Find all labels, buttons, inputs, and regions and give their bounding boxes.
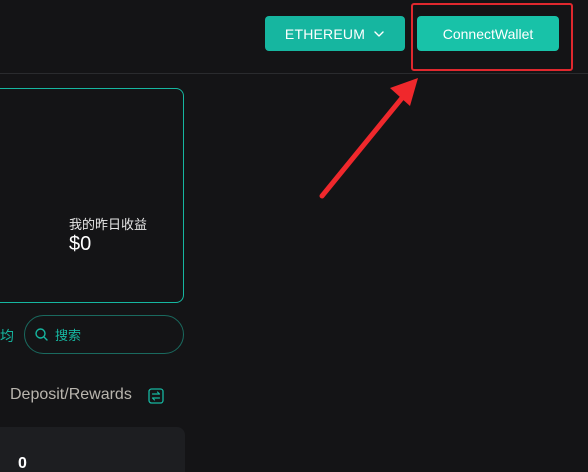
- page: ETHEREUM ConnectWallet 我的昨日收益 $0 均 Depos…: [0, 0, 588, 472]
- connect-wallet-button[interactable]: ConnectWallet: [417, 16, 559, 51]
- search-icon: [35, 328, 48, 341]
- swap-icon[interactable]: [148, 388, 164, 404]
- yesterday-earnings-label: 我的昨日收益: [69, 217, 148, 232]
- connect-wallet-label: ConnectWallet: [442, 25, 534, 42]
- sort-column-label: Deposit/Rewards: [10, 386, 132, 403]
- chevron-down-icon: [374, 30, 384, 37]
- earnings-card: [0, 88, 184, 303]
- yesterday-earnings-value: $0: [69, 233, 92, 255]
- network-label: ETHEREUM: [284, 25, 366, 42]
- top-bar: ETHEREUM ConnectWallet: [0, 0, 588, 74]
- list-item[interactable]: [0, 427, 185, 472]
- search-input[interactable]: [55, 325, 175, 345]
- filter-tab-partial[interactable]: 均: [0, 326, 14, 346]
- network-select-button[interactable]: ETHEREUM: [265, 16, 405, 51]
- list-item-value: 0: [18, 455, 27, 472]
